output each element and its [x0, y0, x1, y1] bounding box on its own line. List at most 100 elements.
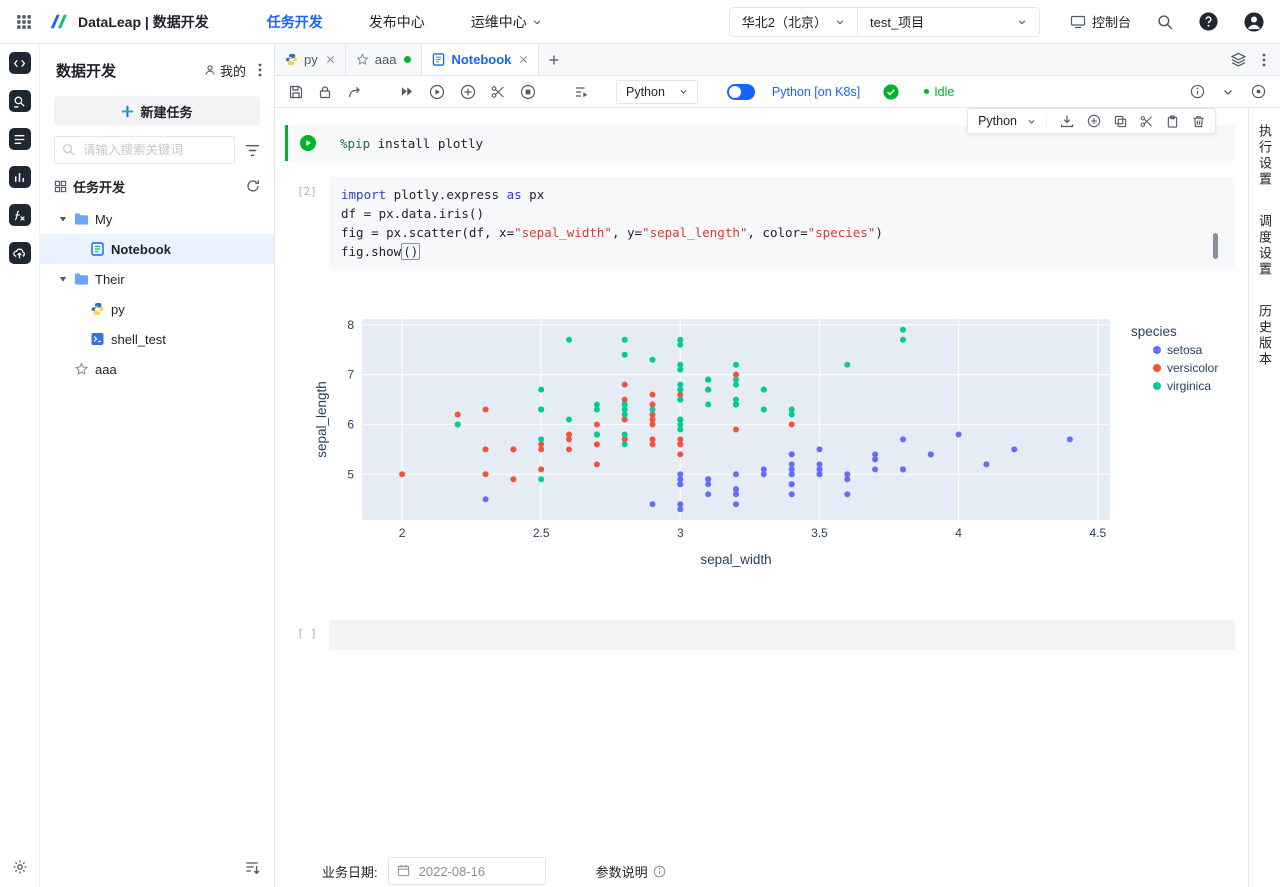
notebook-wrap: Python %pip install plotly [2] import plot… [275, 108, 1248, 887]
code-line: import plotly.express as px [341, 185, 1223, 204]
calendar-icon [397, 864, 410, 877]
paste-cell-icon[interactable] [1166, 114, 1179, 128]
right-panel-tab-2[interactable]: 历史版本 [1257, 304, 1272, 368]
code-token: plotly.express [386, 187, 507, 202]
kebab-menu-icon[interactable] [1262, 53, 1266, 67]
tab-notebook[interactable]: Notebook [422, 44, 540, 75]
avatar-icon[interactable] [1244, 11, 1264, 32]
info-icon[interactable] [1190, 84, 1205, 99]
mine-filter-button[interactable]: 我的 [204, 61, 246, 80]
code-token: "sepal_width" [514, 225, 612, 240]
export-cell-icon[interactable] [1060, 114, 1074, 128]
apps-grid-icon[interactable] [16, 14, 32, 30]
empty-cell: [ ] [285, 582, 1235, 650]
sort-icon[interactable] [244, 859, 260, 875]
cut-cell-icon[interactable] [491, 85, 505, 99]
status-label: Idle [934, 84, 955, 99]
task-search-input[interactable] [54, 136, 235, 164]
cell-scrollbar-thumb[interactable] [1213, 233, 1218, 259]
tree-item-my[interactable]: My [40, 204, 274, 234]
rail-metrics-icon[interactable] [8, 166, 31, 188]
right-panel-tab-0[interactable]: 执行设置 [1257, 124, 1272, 188]
legend-item-virginica[interactable]: virginica [1153, 379, 1211, 393]
settings-gear-icon[interactable] [12, 859, 28, 875]
nav-item[interactable]: 运维中心 [471, 12, 542, 32]
new-tab-button[interactable] [539, 44, 569, 75]
submit-arrow-icon[interactable] [347, 85, 362, 99]
add-cell-icon[interactable] [460, 84, 476, 100]
rail-resources-icon[interactable] [8, 242, 31, 264]
nav-item-label: 任务开发 [266, 13, 323, 30]
filter-icon[interactable] [245, 143, 260, 158]
panel-info-icon[interactable] [1251, 84, 1266, 99]
interrupt-icon[interactable] [520, 84, 536, 100]
legend-item-versicolor[interactable]: versicolor [1153, 361, 1218, 375]
x-tick-label: 3.5 [811, 526, 828, 540]
param-desc-label: 参数说明 [595, 864, 648, 880]
kebab-menu-icon[interactable] [258, 63, 262, 77]
rail-query-icon[interactable] [8, 90, 31, 112]
tab-aaa[interactable]: aaa [346, 44, 423, 75]
tree-item-py[interactable]: py [40, 294, 274, 324]
x-tick-label: 2.5 [533, 526, 550, 540]
cell-editor[interactable]: import plotly.express as px df = px.data.… [329, 177, 1235, 269]
close-tab-icon[interactable] [326, 55, 335, 64]
k8s-toggle[interactable] [726, 83, 755, 100]
run-cell-icon[interactable] [429, 84, 445, 100]
top-header: DataLeap | 数据开发 任务开发 发布中心 运维中心 华北2（北京） tes… [0, 0, 1280, 44]
code-token: "sepal_length" [642, 225, 748, 240]
help-icon[interactable] [1199, 12, 1218, 31]
nav-item[interactable]: 任务开发 [267, 12, 323, 32]
cell-kernel-select[interactable]: Python [978, 114, 1047, 128]
search-icon[interactable] [1157, 14, 1173, 30]
run-all-icon[interactable] [400, 85, 414, 98]
svg-text:virginica: virginica [1167, 379, 1211, 393]
kernel-select-value: Python [626, 84, 665, 99]
rail-task-list-icon[interactable] [8, 128, 31, 150]
code-token: () [401, 243, 421, 260]
tab-label: Notebook [451, 52, 512, 67]
tree-item-shell_test[interactable]: shell_test [40, 324, 274, 354]
caret-down-icon [58, 274, 68, 284]
rail-functions-icon[interactable] [8, 204, 31, 226]
nav-item[interactable]: 发布中心 [369, 12, 425, 32]
param-desc[interactable]: 参数说明 [596, 862, 666, 881]
code-token: as [506, 187, 522, 202]
tree-item-aaa[interactable]: aaa [40, 354, 274, 384]
layers-icon[interactable] [1231, 52, 1246, 67]
console-button[interactable]: 控制台 [1070, 12, 1131, 31]
legend-title: species [1131, 324, 1177, 339]
empty-cell-editor[interactable] [329, 620, 1235, 650]
collapse-chevron-icon[interactable] [1222, 86, 1234, 98]
tab-py[interactable]: py [275, 44, 346, 75]
legend-item-setosa[interactable]: setosa [1153, 343, 1203, 357]
cell-output-chart: 2 2.5 3 3.5 4 4.5 5 6 7 8 sepal_width sepal_length s… [285, 297, 1235, 582]
code-token: install plotly [370, 135, 483, 151]
python-icon [285, 53, 298, 66]
rail-data-dev-icon[interactable] [8, 52, 31, 74]
code-token: df = px.data.iris() [341, 206, 484, 221]
kernel-select[interactable]: Python [616, 79, 698, 104]
project-select[interactable]: test_项目 [856, 7, 1039, 36]
tree-item-notebook[interactable]: Notebook [40, 234, 274, 264]
code-cell: [2] import plotly.express as px df = px.da… [285, 177, 1235, 269]
new-task-button[interactable]: 新建任务 [54, 96, 260, 126]
region-select[interactable]: 华北2（北京） [730, 8, 857, 36]
cell-run-success-icon[interactable] [300, 135, 316, 151]
business-date-input[interactable] [387, 857, 546, 885]
tree-item-their[interactable]: Their [40, 264, 274, 294]
copy-cell-icon[interactable] [1114, 115, 1127, 128]
close-tab-icon[interactable] [519, 55, 528, 64]
refresh-icon[interactable] [246, 179, 260, 193]
run-queue-icon[interactable] [574, 85, 589, 99]
right-panel-tab-1[interactable]: 调度设置 [1257, 214, 1272, 278]
delete-cell-icon[interactable] [1192, 115, 1205, 128]
right-settings-strip: 执行设置调度设置历史版本 [1248, 108, 1280, 887]
x-tick-label: 2 [399, 526, 406, 540]
person-icon [204, 64, 216, 76]
toggle-knob [728, 85, 741, 98]
lock-icon[interactable] [318, 85, 332, 99]
save-icon[interactable] [289, 85, 303, 99]
cut-cell-icon[interactable] [1140, 115, 1153, 128]
add-cell-icon[interactable] [1087, 114, 1101, 128]
